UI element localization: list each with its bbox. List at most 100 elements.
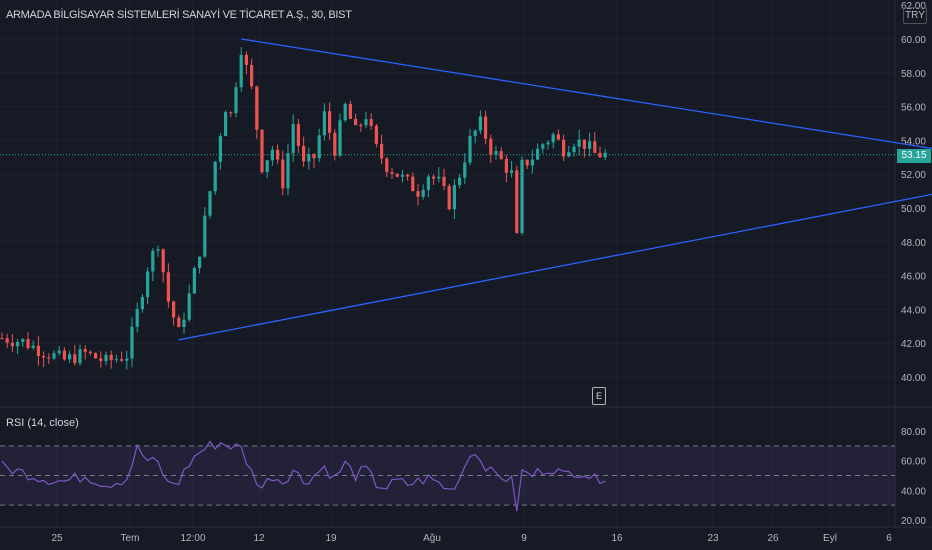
rsi-indicator-title[interactable]: RSI (14, close)	[6, 417, 79, 429]
candle-body	[281, 159, 285, 189]
price-axis-tick-label: 42.00	[901, 339, 926, 350]
candle-body	[577, 139, 581, 147]
candle-body	[541, 144, 545, 149]
candle-body	[120, 359, 124, 361]
candle-body	[265, 160, 269, 173]
candle-body	[31, 345, 35, 349]
candle-body	[562, 139, 566, 157]
chart-title: ARMADA BİLGİSAYAR SİSTEMLERİ SANAYİ VE T…	[6, 9, 352, 21]
candle-body	[536, 148, 540, 160]
candle-body	[213, 161, 217, 192]
candle-body	[468, 135, 472, 163]
price-axis-tick-label: 52.00	[901, 170, 926, 181]
time-axis-tick-label: 26	[767, 533, 779, 544]
candle-body	[437, 176, 441, 179]
earnings-event-icon[interactable]: E	[592, 387, 606, 405]
price-axis-tick-label: 48.00	[901, 238, 926, 249]
rsi-axis-tick-label: 20.00	[901, 516, 926, 527]
candle-body	[390, 172, 394, 174]
candle-body	[94, 353, 98, 359]
chart-canvas[interactable]: 62.0060.0058.0056.0054.0052.0050.0048.00…	[0, 0, 932, 550]
candle-body	[218, 136, 222, 162]
candle-body	[411, 176, 415, 192]
candle-body	[224, 112, 228, 137]
candle-body	[130, 326, 134, 359]
price-axis-tick-label: 40.00	[901, 373, 926, 384]
candle-body	[354, 118, 358, 125]
candle-body	[520, 159, 524, 233]
candle-body	[26, 339, 30, 349]
candle-body	[546, 142, 550, 145]
candle-body	[432, 176, 436, 179]
time-axis-tick-label: 19	[325, 533, 337, 544]
candle-body	[42, 355, 46, 358]
candle-body	[442, 176, 446, 187]
candle-body	[369, 119, 373, 126]
candle-body	[177, 317, 181, 328]
price-axis-tick-label: 44.00	[901, 305, 926, 316]
candle-body	[62, 350, 66, 360]
candle-body	[187, 293, 191, 320]
candle-body	[380, 143, 384, 159]
price-axis-tick-label: 58.00	[901, 69, 926, 80]
candle-body	[603, 152, 607, 158]
candle-body	[478, 116, 482, 131]
last-price-tag: 53.15	[897, 149, 931, 163]
candle-body	[494, 151, 498, 155]
candle-body	[276, 149, 280, 160]
candle-body	[348, 103, 352, 119]
candle-body	[328, 111, 332, 133]
candle-body	[530, 159, 534, 166]
rsi-axis-tick-label: 60.00	[901, 457, 926, 468]
candle-body	[16, 342, 20, 347]
candle-body	[510, 170, 514, 173]
candle-body	[395, 173, 399, 177]
time-axis-tick-label: Eyl	[823, 533, 837, 544]
candle-body	[140, 297, 144, 310]
time-axis-tick-label: 25	[51, 533, 63, 544]
candle-body	[484, 116, 488, 139]
candle-body	[364, 119, 368, 126]
candle-body	[198, 256, 202, 269]
candle-body	[260, 129, 264, 173]
candle-body	[458, 177, 462, 186]
candle-body	[5, 338, 9, 343]
time-axis-tick-label: 12	[253, 533, 265, 544]
candle-body	[114, 359, 118, 361]
candle-body	[36, 345, 40, 356]
candle-body	[302, 145, 306, 162]
candle-body	[229, 112, 233, 114]
candle-body	[426, 176, 430, 190]
candle-body	[551, 134, 555, 143]
candle-body	[78, 349, 82, 364]
candle-body	[515, 170, 519, 233]
time-axis-tick-label: 16	[611, 533, 623, 544]
candle-body	[270, 149, 274, 161]
candle-body	[374, 125, 378, 144]
candle-body	[99, 358, 103, 362]
candle-body	[203, 215, 207, 257]
candle-body	[286, 153, 290, 189]
candle-body	[556, 134, 560, 140]
time-axis-tick-label: 12:00	[180, 533, 205, 544]
time-axis-tick-label: 23	[707, 533, 719, 544]
candle-body	[322, 111, 326, 136]
currency-badge[interactable]: TRY	[903, 7, 927, 24]
candle-body	[333, 132, 337, 156]
candle-body	[10, 342, 14, 347]
candle-body	[463, 162, 467, 178]
candle-body	[359, 124, 363, 126]
candle-body	[452, 185, 456, 210]
candle-body	[68, 354, 72, 360]
candle-body	[489, 138, 493, 155]
candle-body	[172, 301, 176, 318]
candle-body	[109, 354, 113, 361]
candle-body	[504, 159, 508, 173]
candle-body	[593, 141, 597, 153]
rsi-axis-tick-label: 80.00	[901, 427, 926, 438]
candle-body	[343, 103, 347, 121]
candle-body	[239, 54, 243, 88]
rsi-axis-tick-label: 40.00	[901, 486, 926, 497]
candle-body	[104, 354, 108, 362]
candle-body	[572, 146, 576, 153]
